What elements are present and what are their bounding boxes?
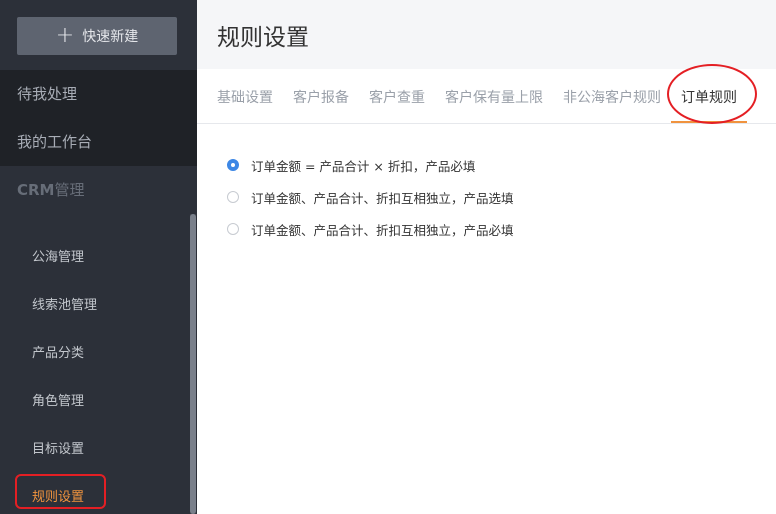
quick-create-label: 快速新建 [82,29,139,45]
plus-icon: + [55,23,75,48]
radio-unchecked-icon[interactable] [227,223,239,235]
nav-workbench[interactable]: 我的工作台 [0,118,197,166]
radio-unchecked-icon[interactable] [227,191,239,203]
nav-pending[interactable]: 待我处理 [0,70,197,118]
page-header: 规则设置 [197,0,776,69]
tab-customer-limit[interactable]: 客户保有量上限 [445,87,543,107]
radio-checked-icon[interactable] [227,159,239,171]
tab-customer-dedupe[interactable]: 客户查重 [369,87,425,107]
sidebar-item-target-settings[interactable]: 目标设置 [32,438,84,457]
nav-crm-bold: CRM [17,181,55,199]
tab-non-public-rules[interactable]: 非公海客户规则 [563,87,661,107]
option-label: 订单金额、产品合计、折扣互相独立，产品选填 [251,190,514,206]
sidebar-item-role-management[interactable]: 角色管理 [32,390,84,409]
tab-customer-report[interactable]: 客户报备 [293,87,349,107]
option-label: 订单金额 = 产品合计 × 折扣，产品必填 [251,158,476,174]
sidebar-header: + 快速新建 [0,0,197,70]
main-content: 规则设置 基础设置 客户报备 客户查重 客户保有量上限 非公海客户规则 订单规则… [197,0,776,514]
tab-basic-settings[interactable]: 基础设置 [217,87,273,107]
order-rule-option[interactable]: 订单金额、产品合计、折扣互相独立，产品选填 [227,187,514,207]
nav-crm-rest: 管理 [54,181,85,199]
option-label: 订单金额、产品合计、折扣互相独立，产品必填 [251,222,514,238]
sidebar: + 快速新建 待我处理 我的工作台 CRM管理 公海管理 线索池管理 产品分类 … [0,0,197,514]
sidebar-item-public-pool[interactable]: 公海管理 [32,246,84,265]
order-rule-option[interactable]: 订单金额 = 产品合计 × 折扣，产品必填 [227,155,475,175]
order-rule-option[interactable]: 订单金额、产品合计、折扣互相独立，产品必填 [227,219,514,239]
highlight-box [15,474,106,509]
nav-workbench-label: 我的工作台 [17,133,93,151]
page-title: 规则设置 [217,25,309,51]
highlight-ellipse [667,64,757,124]
sidebar-item-lead-pool[interactable]: 线索池管理 [32,294,97,313]
sidebar-item-product-category[interactable]: 产品分类 [32,342,84,361]
quick-create-button[interactable]: + 快速新建 [17,17,177,55]
nav-crm-management[interactable]: CRM管理 [0,166,197,214]
sidebar-scrollbar-thumb[interactable] [190,214,196,514]
nav-pending-label: 待我处理 [17,85,78,103]
